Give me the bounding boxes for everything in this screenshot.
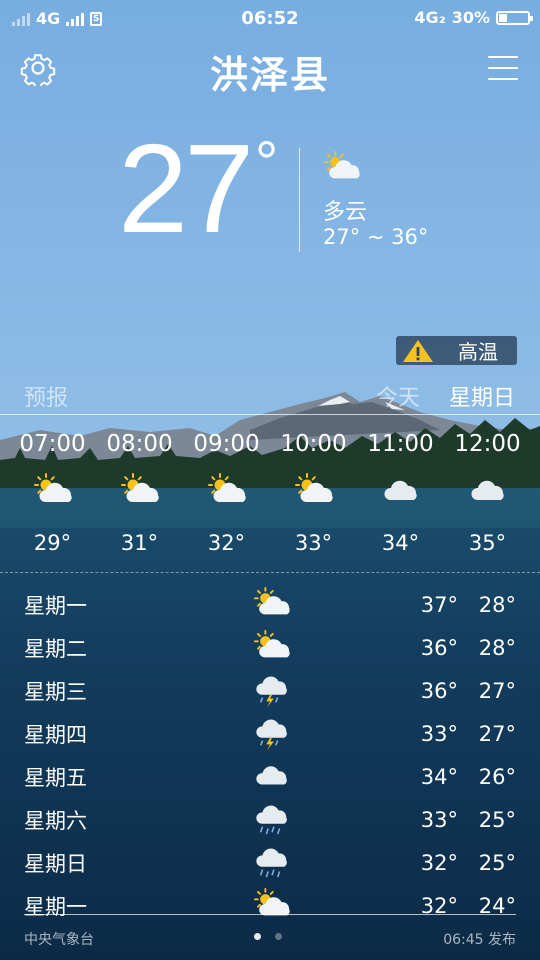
partly-cloudy-icon	[96, 467, 183, 515]
day-high: 36°	[420, 678, 458, 703]
current-temperature-value: 27	[118, 118, 254, 259]
warning-icon	[403, 339, 433, 362]
day-name: 星期三	[24, 679, 87, 704]
hour-temp: 31°	[120, 531, 159, 555]
day-low: 28°	[478, 635, 516, 660]
hour-temp: 29°	[33, 531, 72, 555]
current-condition: 多云	[323, 200, 368, 225]
partly-cloudy-icon	[252, 887, 292, 923]
hour-item: 12:00 35°	[444, 431, 531, 555]
degree-symbol: °	[254, 130, 279, 195]
rain-icon	[252, 844, 292, 880]
day-name: 星期日	[24, 851, 87, 876]
day-row[interactable]: 星期一 37° 28°	[24, 583, 518, 626]
day-high: 32°	[420, 850, 458, 875]
hour-temp: 34°	[381, 531, 420, 555]
dashed-divider	[0, 572, 540, 573]
city-title[interactable]: 洪泽县	[0, 44, 540, 99]
temperature-range: 27° ~ 36°	[323, 225, 429, 249]
day-row[interactable]: 星期一 32° 24°	[24, 884, 518, 927]
day-name: 星期五	[24, 765, 87, 790]
hour-item: 07:00 29°	[9, 431, 96, 555]
partly-cloudy-icon	[322, 150, 362, 184]
publish-time: 06:45 发布	[443, 932, 516, 948]
partly-cloudy-icon	[9, 467, 96, 515]
day-high: 37°	[420, 592, 458, 617]
day-row[interactable]: 星期四 33° 27°	[24, 712, 518, 755]
partly-cloudy-icon	[183, 467, 270, 515]
day-high: 34°	[420, 764, 458, 789]
data-source: 中央气象台	[24, 932, 94, 948]
hour-time: 09:00	[193, 431, 260, 457]
hour-time: 11:00	[367, 431, 434, 457]
high-temp-alert-button[interactable]: 高温	[396, 336, 517, 365]
hour-time: 07:00	[19, 431, 86, 457]
hour-item: 11:00 34°	[357, 431, 444, 555]
partly-cloudy-icon	[252, 629, 292, 665]
status-right: 4G₂ 30%	[414, 8, 533, 27]
day-low: 27°	[478, 678, 516, 703]
forecast-day: 星期日	[449, 386, 516, 411]
battery-icon	[496, 10, 533, 25]
status-bar: 4G S 06:52 4G₂ 30%	[0, 0, 540, 36]
day-low: 27°	[478, 721, 516, 746]
day-name: 星期一	[24, 894, 87, 919]
network-type-right: 4G₂	[414, 8, 446, 27]
hour-temp: 32°	[207, 531, 246, 555]
bottom-divider	[24, 914, 516, 915]
day-low: 28°	[478, 592, 516, 617]
day-low: 25°	[478, 807, 516, 832]
forecast-today: 今天	[376, 386, 421, 411]
day-low: 25°	[478, 850, 516, 875]
partly-cloudy-icon	[252, 586, 292, 622]
forecast-divider	[0, 414, 540, 415]
day-name: 星期一	[24, 593, 87, 618]
day-high: 33°	[420, 807, 458, 832]
thunderstorm-icon	[252, 672, 292, 708]
rain-icon	[252, 801, 292, 837]
day-name: 星期四	[24, 722, 87, 747]
hour-time: 08:00	[106, 431, 173, 457]
cloudy-icon	[444, 467, 531, 515]
alert-label: 高温	[458, 340, 498, 364]
day-name: 星期六	[24, 808, 87, 833]
page-dot-2	[275, 933, 282, 940]
hour-time: 10:00	[280, 431, 347, 457]
hour-item: 10:00 33°	[270, 431, 357, 555]
thunderstorm-icon	[252, 715, 292, 751]
page-indicator	[254, 933, 282, 940]
battery-percent: 30%	[451, 8, 490, 27]
day-row[interactable]: 星期二 36° 28°	[24, 626, 518, 669]
current-temperature: 27 °	[118, 126, 278, 252]
day-high: 36°	[420, 635, 458, 660]
day-name: 星期二	[24, 636, 87, 661]
page-dot-1	[254, 933, 261, 940]
cloudy-icon	[357, 467, 444, 515]
day-row[interactable]: 星期三 36° 27°	[24, 669, 518, 712]
hour-time: 12:00	[454, 431, 521, 457]
hourly-forecast[interactable]: 07:00 29° 08:00 31° 09:00 32° 10:00 33° 11:00 34°…	[9, 431, 531, 555]
day-low: 26°	[478, 764, 516, 789]
day-row[interactable]: 星期五 34° 26°	[24, 755, 518, 798]
day-row[interactable]: 星期六 33° 25°	[24, 798, 518, 841]
hour-temp: 35°	[468, 531, 507, 555]
forecast-title: 预报	[24, 386, 69, 411]
divider	[299, 148, 300, 252]
partly-cloudy-icon	[270, 467, 357, 515]
daily-forecast[interactable]: 星期一 37° 28° 星期二 36° 28° 星期三 36° 27° 星期四 33° 27° 星期五 3…	[24, 583, 518, 927]
hour-item: 08:00 31°	[96, 431, 183, 555]
day-high: 33°	[420, 721, 458, 746]
cloudy-icon	[252, 758, 292, 794]
battery-level	[499, 13, 508, 22]
menu-icon[interactable]	[488, 56, 518, 82]
hour-temp: 33°	[294, 531, 333, 555]
hour-item: 09:00 32°	[183, 431, 270, 555]
day-row[interactable]: 星期日 32° 25°	[24, 841, 518, 884]
